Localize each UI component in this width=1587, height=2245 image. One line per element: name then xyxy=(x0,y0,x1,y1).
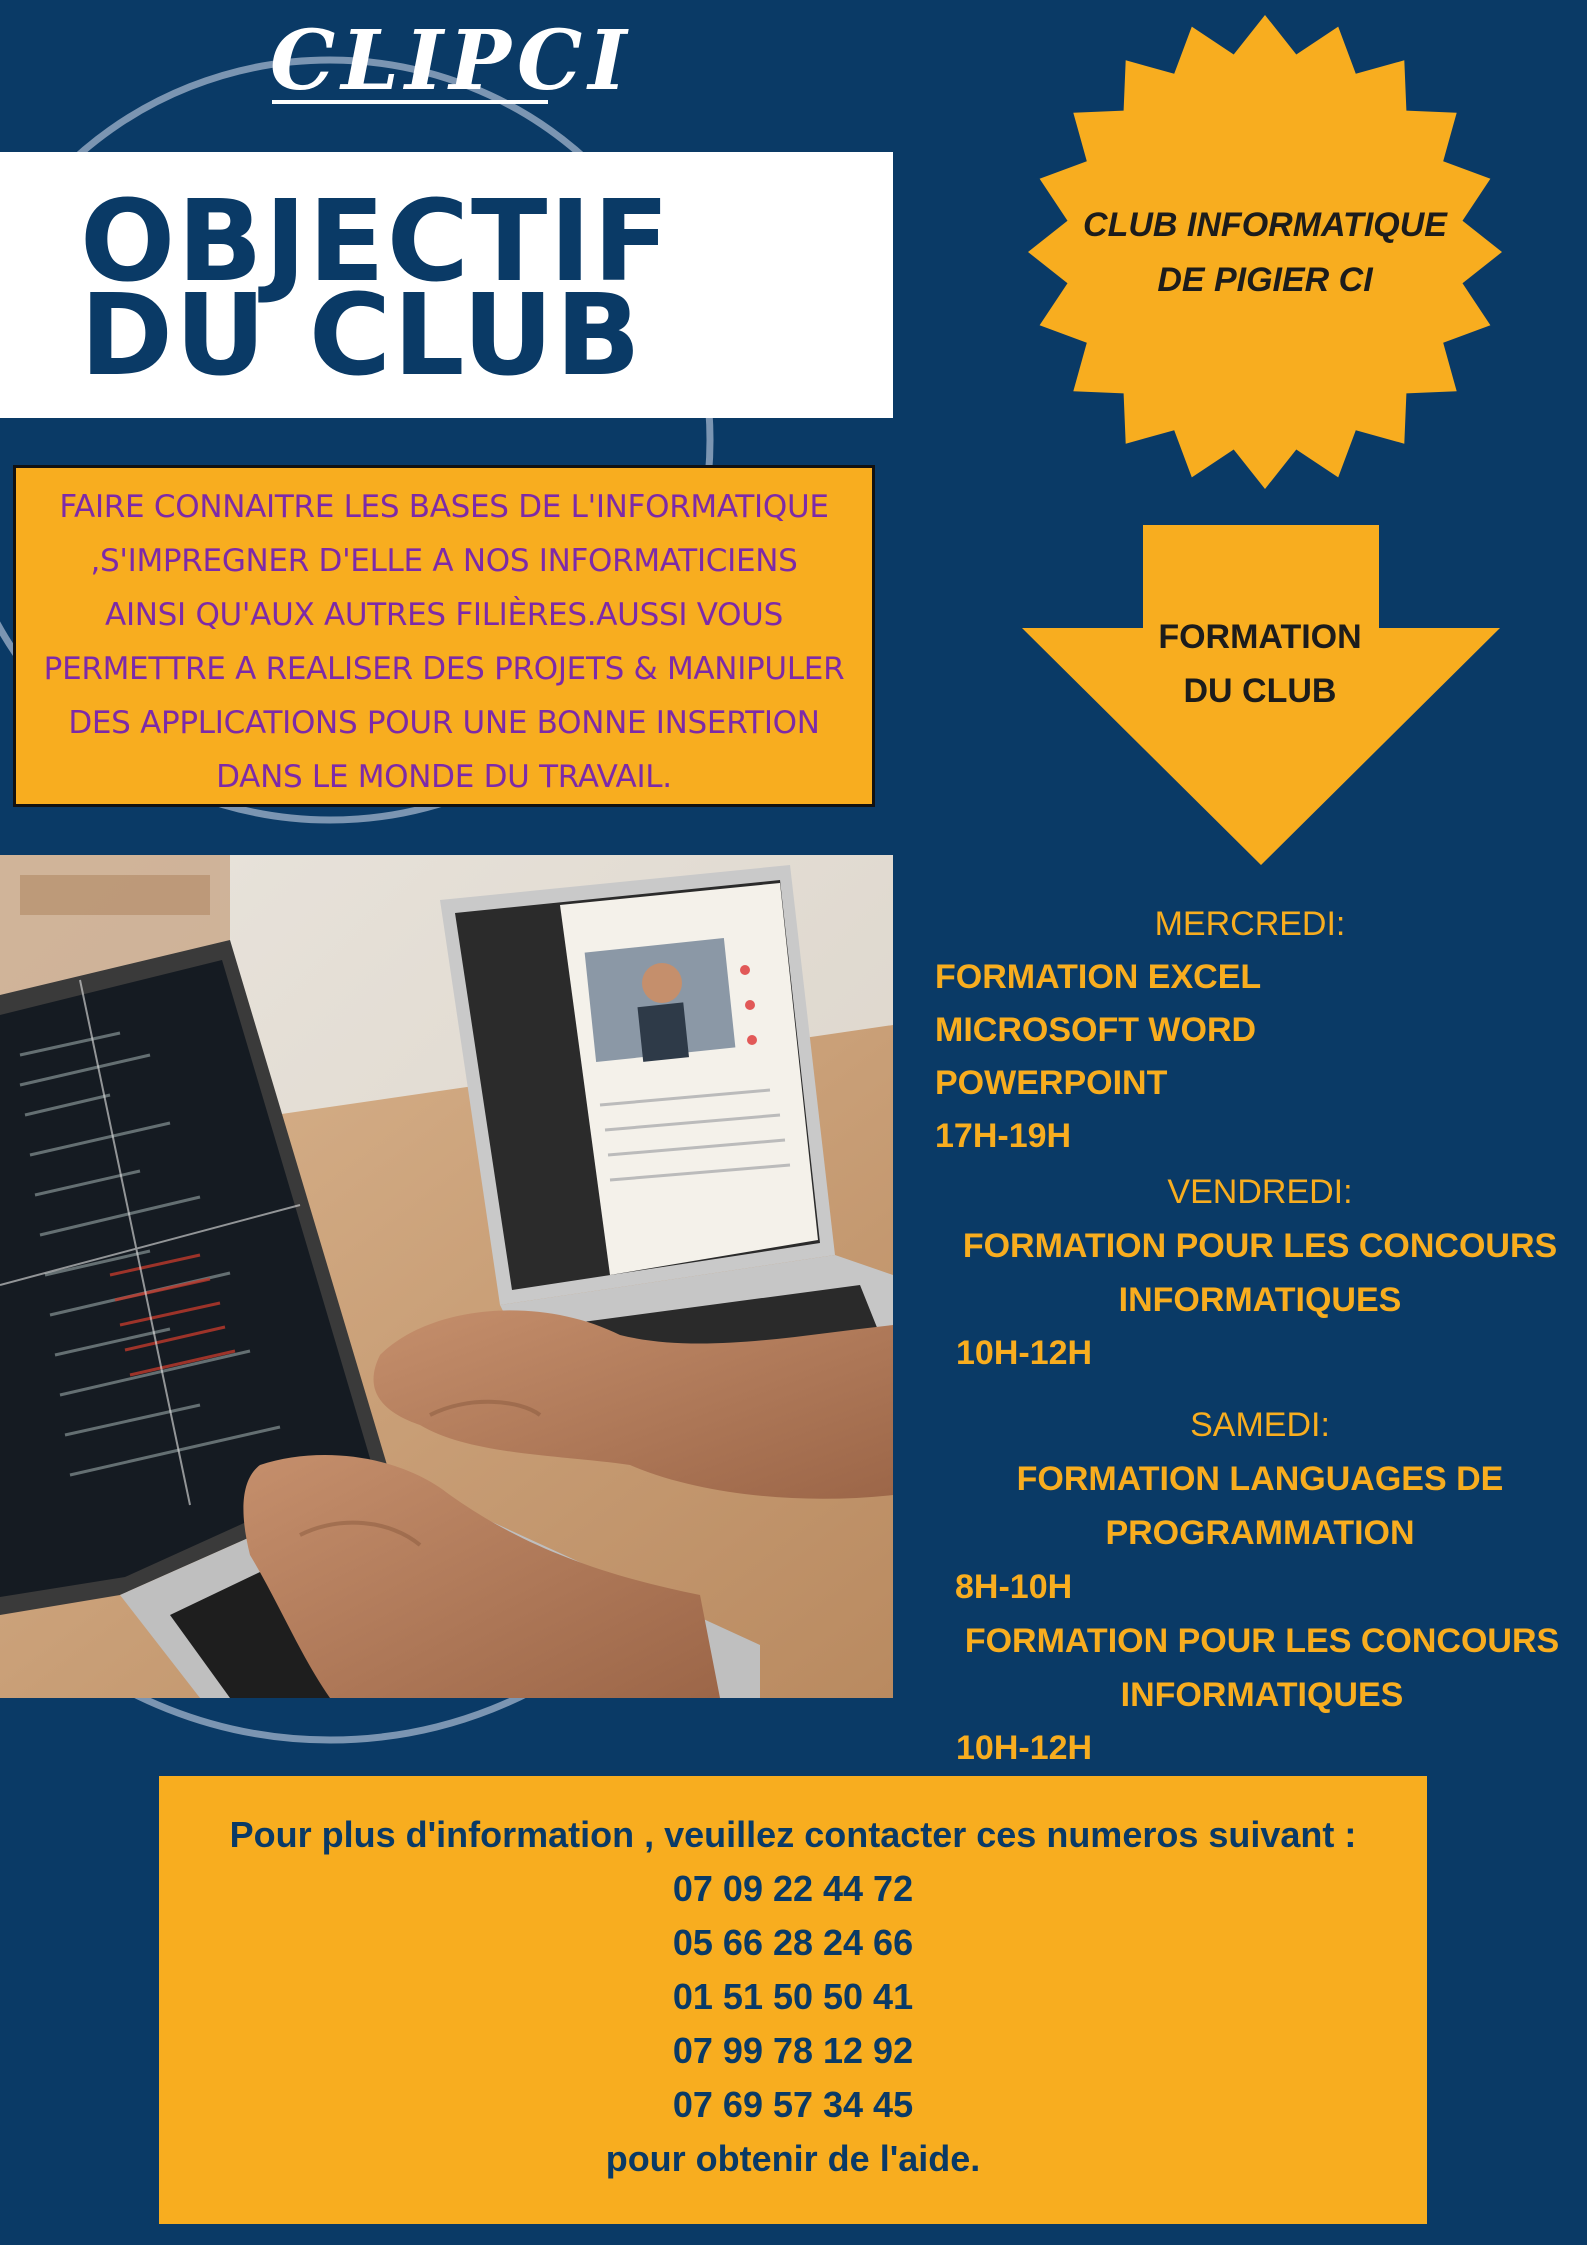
schedule-item: FORMATION EXCEL xyxy=(935,958,1262,996)
schedule-time: 10H-12H xyxy=(956,1729,1093,1767)
objective-line: ,S'IMPREGNER D'ELLE A NOS INFORMATICIENS xyxy=(90,543,798,579)
schedule-item: INFORMATIQUES xyxy=(1118,1281,1402,1319)
objective-line: AINSI QU'AUX AUTRES FILIÈRES.AUSSI VOUS xyxy=(105,597,783,633)
schedule-time: 17H-19H xyxy=(935,1117,1072,1155)
contact-box: Pour plus d'information , veuillez conta… xyxy=(159,1776,1427,2224)
schedule-item: FORMATION POUR LES CONCOURS xyxy=(962,1227,1558,1265)
objective-line: DES APPLICATIONS POUR UNE BONNE INSERTIO… xyxy=(68,705,820,741)
objective-line: FAIRE CONNAITRE LES BASES DE L'INFORMATI… xyxy=(59,489,829,525)
schedule-time: 10H-12H xyxy=(956,1334,1093,1372)
phone-number: 05 66 28 24 66 xyxy=(672,1922,914,1963)
badge-text: CLUB INFORMATIQUE DE PIGIER CI xyxy=(1065,198,1465,308)
objective-text: FAIRE CONNAITRE LES BASES DE L'INFORMATI… xyxy=(26,480,862,804)
schedule-item: FORMATION POUR LES CONCOURS xyxy=(964,1622,1560,1660)
schedule-time: 8H-10H xyxy=(955,1568,1073,1606)
arrow-line2: DU CLUB xyxy=(1183,672,1337,710)
page-title-line2: DU CLUB xyxy=(80,271,643,401)
club-logo: CLIPCI xyxy=(270,13,633,109)
phone-number: 07 09 22 44 72 xyxy=(672,1868,914,1909)
objective-box: FAIRE CONNAITRE LES BASES DE L'INFORMATI… xyxy=(13,465,875,807)
schedule-item: MICROSOFT WORD xyxy=(935,1011,1257,1049)
contact-intro: Pour plus d'information , veuillez conta… xyxy=(229,1814,1357,1855)
objective-line: PERMETTRE A REALISER DES PROJETS & MANIP… xyxy=(43,651,845,687)
arrow-text: FORMATION DU CLUB xyxy=(1110,610,1410,718)
badge-line1: CLUB INFORMATIQUE xyxy=(1083,206,1447,244)
badge-line2: DE PIGIER CI xyxy=(1157,261,1373,299)
title-box: OBJECTIF DU CLUB xyxy=(0,152,893,418)
logo-underline xyxy=(272,100,548,104)
phone-number: 07 99 78 12 92 xyxy=(672,2030,914,2071)
phone-number: 01 51 50 50 41 xyxy=(672,1976,914,2017)
objective-line: DANS LE MONDE DU TRAVAIL. xyxy=(216,759,672,795)
schedule-day-friday: VENDREDI: xyxy=(1167,1173,1353,1211)
phone-number: 07 69 57 34 45 xyxy=(672,2084,914,2125)
contact-outro: pour obtenir de l'aide. xyxy=(605,2138,981,2179)
schedule-item: INFORMATIQUES xyxy=(1120,1676,1404,1714)
schedule-item: PROGRAMMATION xyxy=(1105,1514,1415,1552)
schedule-item: FORMATION LANGUAGES DE xyxy=(1016,1460,1504,1498)
schedule-day-wednesday: MERCREDI: xyxy=(1154,905,1346,943)
arrow-line1: FORMATION xyxy=(1158,618,1362,656)
laptop-coding-photo xyxy=(0,855,893,1698)
schedule-day-saturday: SAMEDI: xyxy=(1190,1406,1330,1444)
schedule-item: POWERPOINT xyxy=(935,1064,1168,1102)
